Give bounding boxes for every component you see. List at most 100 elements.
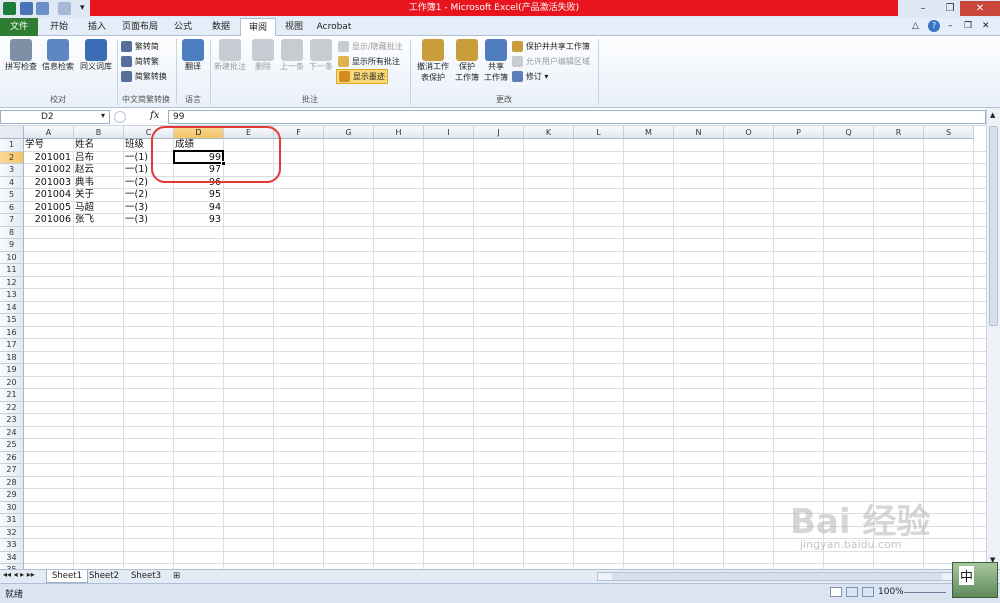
scroll-thumb[interactable] xyxy=(989,126,998,326)
data-cell[interactable]: 201002 xyxy=(25,164,71,177)
spell-check-button[interactable]: 拼写检查 xyxy=(4,39,38,72)
row-header-2[interactable]: 2 xyxy=(0,151,24,164)
row-header-12[interactable]: 12 xyxy=(0,276,24,289)
data-cell[interactable]: 95 xyxy=(175,189,221,202)
save-icon[interactable] xyxy=(20,2,33,15)
data-cell[interactable]: 201004 xyxy=(25,189,71,202)
page-layout-view-icon[interactable] xyxy=(846,587,858,597)
research-button[interactable]: 信息检索 xyxy=(40,39,76,72)
new-comment-button[interactable]: 新建批注 xyxy=(212,39,248,72)
row-header-29[interactable]: 29 xyxy=(0,489,24,502)
row-header-28[interactable]: 28 xyxy=(0,476,24,489)
redo-icon[interactable] xyxy=(58,2,71,15)
tab-acrobat[interactable]: Acrobat xyxy=(312,18,356,36)
tab-view[interactable]: 视图 xyxy=(276,18,312,36)
data-cell[interactable]: 201005 xyxy=(25,202,71,215)
row-header-20[interactable]: 20 xyxy=(0,376,24,389)
customize-qat-icon[interactable]: ▾ xyxy=(80,3,85,13)
column-header-i[interactable]: I xyxy=(424,126,474,139)
show-hide-comment-button[interactable]: 显示/隐藏批注 xyxy=(338,40,403,53)
fx-label[interactable]: fx xyxy=(150,110,159,121)
column-header-o[interactable]: O xyxy=(724,126,774,139)
next-comment-button[interactable]: 下一条 xyxy=(307,39,335,72)
thesaurus-button[interactable]: 同义词库 xyxy=(78,39,114,72)
data-cell[interactable]: 马超 xyxy=(75,202,121,215)
data-cell[interactable]: 93 xyxy=(175,214,221,227)
allow-edit-ranges-button[interactable]: 允许用户编辑区域 xyxy=(512,55,590,68)
row-header-14[interactable]: 14 xyxy=(0,301,24,314)
window-restore-icon[interactable]: ❐ xyxy=(964,21,972,31)
row-header-17[interactable]: 17 xyxy=(0,339,24,352)
row-header-22[interactable]: 22 xyxy=(0,401,24,414)
data-cell[interactable]: 张飞 xyxy=(75,214,121,227)
data-cell[interactable]: 201006 xyxy=(25,214,71,227)
column-header-l[interactable]: L xyxy=(574,126,624,139)
column-header-r[interactable]: R xyxy=(874,126,924,139)
close-icon[interactable]: ✕ xyxy=(960,1,1000,16)
insert-sheet-icon[interactable]: ⊞ xyxy=(168,570,185,583)
sheet-nav-first-icon[interactable]: ◂◂ ◂ ▸ ▸▸ xyxy=(3,570,35,579)
row-header-24[interactable]: 24 xyxy=(0,426,24,439)
vertical-scrollbar[interactable]: ▲ ▼ xyxy=(986,108,1000,569)
row-header-32[interactable]: 32 xyxy=(0,526,24,539)
h-scroll-thumb[interactable] xyxy=(612,573,942,580)
row-header-15[interactable]: 15 xyxy=(0,314,24,327)
column-header-k[interactable]: K xyxy=(524,126,574,139)
zoom-level[interactable]: 100% xyxy=(878,587,904,597)
tab-page-layout[interactable]: 页面布局 xyxy=(116,18,164,36)
row-header-25[interactable]: 25 xyxy=(0,439,24,452)
row-header-27[interactable]: 27 xyxy=(0,464,24,477)
horizontal-scrollbar[interactable] xyxy=(597,572,987,581)
to-simplified-button[interactable]: 繁转简 xyxy=(121,40,159,53)
sheet-tab-2[interactable]: Sheet2 xyxy=(84,570,124,583)
row-header-16[interactable]: 16 xyxy=(0,326,24,339)
column-header-a[interactable]: A xyxy=(24,126,74,139)
track-changes-button[interactable]: 修订 ▾ xyxy=(512,70,548,83)
column-header-m[interactable]: M xyxy=(624,126,674,139)
data-cell[interactable]: 一(2) xyxy=(125,189,171,202)
row-header-18[interactable]: 18 xyxy=(0,351,24,364)
row-header-7[interactable]: 7 xyxy=(0,214,24,227)
to-traditional-button[interactable]: 简转繁 xyxy=(121,55,159,68)
row-header-13[interactable]: 13 xyxy=(0,289,24,302)
tab-home[interactable]: 开始 xyxy=(40,18,78,36)
translate-button[interactable]: 翻译 xyxy=(180,39,206,72)
header-cell[interactable]: 学号 xyxy=(25,139,71,152)
column-header-h[interactable]: H xyxy=(374,126,424,139)
row-header-30[interactable]: 30 xyxy=(0,501,24,514)
row-header-11[interactable]: 11 xyxy=(0,264,24,277)
data-cell[interactable]: 一(3) xyxy=(125,214,171,227)
window-close-icon[interactable]: ✕ xyxy=(982,21,990,31)
window-min-icon[interactable]: – xyxy=(948,21,953,31)
column-header-n[interactable]: N xyxy=(674,126,724,139)
data-cell[interactable]: 典韦 xyxy=(75,177,121,190)
undo-icon[interactable] xyxy=(36,2,49,15)
worksheet-grid[interactable]: ABCDEFGHIJKLMNOPQRS 1 2 3 4 5 6 7 8 9 10 11 12 13 14 1… xyxy=(0,126,986,569)
data-cell[interactable]: 赵云 xyxy=(75,164,121,177)
row-header-31[interactable]: 31 xyxy=(0,514,24,527)
prev-comment-button[interactable]: 上一条 xyxy=(278,39,306,72)
unprotect-sheet-button[interactable]: 撤消工作 表保护 xyxy=(413,39,453,83)
column-header-b[interactable]: B xyxy=(74,126,124,139)
column-header-j[interactable]: J xyxy=(474,126,524,139)
show-all-comments-button[interactable]: 显示所有批注 xyxy=(338,55,400,68)
protect-share-button[interactable]: 保护并共享工作簿 xyxy=(512,40,590,53)
name-box[interactable]: D2 xyxy=(0,110,110,124)
column-header-q[interactable]: Q xyxy=(824,126,874,139)
formula-input[interactable]: 99 xyxy=(168,110,986,124)
show-ink-button[interactable]: 显示墨迹 xyxy=(336,69,388,84)
ime-widget[interactable]: 中 xyxy=(952,562,998,598)
row-header-19[interactable]: 19 xyxy=(0,364,24,377)
tab-file[interactable]: 文件 xyxy=(0,18,38,36)
ribbon-minimize-icon[interactable]: △ xyxy=(912,21,919,31)
tab-data[interactable]: 数据 xyxy=(202,18,240,36)
page-break-view-icon[interactable] xyxy=(862,587,874,597)
zoom-slider[interactable] xyxy=(904,592,946,593)
column-header-f[interactable]: F xyxy=(274,126,324,139)
data-cell[interactable]: 201003 xyxy=(25,177,71,190)
expand-icon[interactable] xyxy=(114,111,126,123)
tab-review[interactable]: 审阅 xyxy=(240,18,276,36)
normal-view-icon[interactable] xyxy=(830,587,842,597)
row-header-8[interactable]: 8 xyxy=(0,226,24,239)
header-cell[interactable]: 姓名 xyxy=(75,139,121,152)
